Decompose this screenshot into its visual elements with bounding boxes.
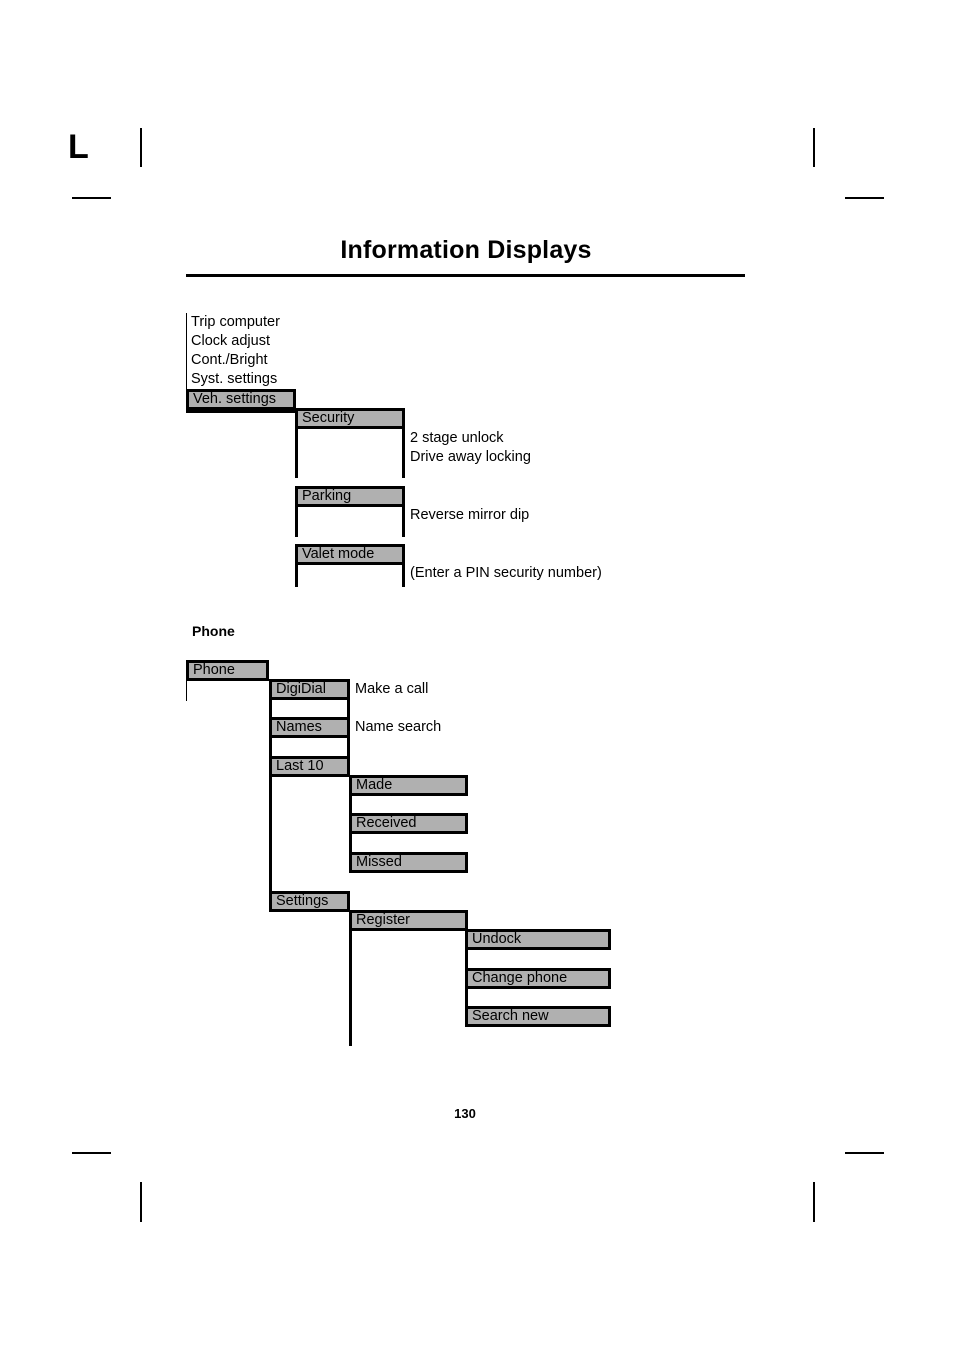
manual-page: L Information Displays Trip computer Clo… (0, 0, 954, 1351)
register-child-change-phone-label: Change phone (472, 969, 568, 986)
phone-child-digidial-label: DigiDial (276, 680, 326, 697)
crop-mark-top-right-horizontal (845, 197, 884, 199)
register-child-undock: Undock (465, 929, 611, 950)
register-child-search-new: Search new (465, 1006, 611, 1027)
veh-settings-child-security: Security (295, 408, 405, 429)
valet-mode-stem (295, 565, 405, 587)
page-number: 130 (454, 1106, 476, 1121)
veh-settings-child-valet-mode-label: Valet mode (302, 545, 375, 562)
last-10-child-received: Received (349, 813, 468, 834)
register-child-change-phone: Change phone (465, 968, 611, 989)
phone-child-last-10-label: Last 10 (276, 757, 324, 774)
top-menu-item-syst-settings: Syst. settings (191, 371, 278, 387)
last-10-stem (269, 777, 350, 892)
veh-settings-child-valet-mode: Valet mode (295, 544, 405, 565)
phone-child-settings: Settings (269, 891, 350, 912)
digidial-stem (269, 700, 350, 718)
top-menu-item-cont-bright: Cont./Bright (191, 352, 268, 368)
crop-mark-bottom-left-horizontal (72, 1152, 111, 1154)
parking-note-reverse-mirror-dip: Reverse mirror dip (410, 507, 530, 523)
last-10-child-missed: Missed (349, 852, 468, 873)
phone-root-box: Phone (186, 660, 269, 681)
fold-mark-letter: L (68, 128, 89, 166)
crop-mark-top-left-horizontal (72, 197, 111, 199)
register-child-undock-label: Undock (472, 930, 522, 947)
phone-root-stem (186, 681, 269, 701)
title-underline (186, 274, 745, 277)
last-10-children-rail (349, 796, 468, 813)
top-menu-item-veh-settings-label: Veh. settings (193, 390, 277, 407)
last-10-child-made: Made (349, 775, 468, 796)
phone-child-names: Names (269, 717, 350, 738)
veh-settings-child-parking-label: Parking (302, 487, 352, 504)
phone-child-last-10: Last 10 (269, 756, 350, 777)
register-children-rail (465, 950, 611, 968)
names-note-name-search: Name search (355, 719, 442, 735)
phone-child-digidial: DigiDial (269, 679, 350, 700)
top-menu-rule (186, 313, 187, 391)
last-10-child-made-label: Made (356, 776, 393, 793)
last-10-child-received-label: Received (356, 814, 417, 831)
phone-child-settings-label: Settings (276, 892, 329, 909)
digidial-note-make-a-call: Make a call (355, 681, 429, 697)
parking-stem (295, 507, 405, 537)
page-title: Information Displays (340, 236, 592, 264)
crop-mark-bottom-right-horizontal (845, 1152, 884, 1154)
security-note-drive-away-locking: Drive away locking (410, 449, 531, 465)
valet-mode-note-pin: (Enter a PIN security number) (410, 565, 602, 581)
last-10-children-rail-2 (349, 834, 468, 852)
phone-root-label: Phone (193, 661, 235, 678)
register-child-search-new-label: Search new (472, 1007, 549, 1024)
crop-mark-top-right-vertical (813, 128, 815, 167)
security-stem (295, 429, 405, 478)
names-stem (269, 738, 350, 756)
veh-settings-child-security-label: Security (302, 409, 355, 426)
top-menu-item-clock-adjust: Clock adjust (191, 333, 270, 349)
register-children-rail-2 (465, 989, 611, 1006)
settings-child-register-label: Register (356, 911, 410, 928)
top-menu-item-veh-settings: Veh. settings (186, 389, 296, 410)
register-stem (349, 931, 468, 1046)
veh-settings-stem (186, 410, 296, 413)
section-heading-phone: Phone (192, 623, 235, 639)
settings-child-register: Register (349, 910, 468, 931)
crop-mark-bottom-left-vertical (140, 1182, 142, 1222)
last-10-child-missed-label: Missed (356, 853, 402, 870)
crop-mark-bottom-right-vertical (813, 1182, 815, 1222)
phone-child-names-label: Names (276, 718, 322, 735)
crop-mark-top-left-vertical (140, 128, 142, 167)
veh-settings-child-parking: Parking (295, 486, 405, 507)
top-menu-item-trip-computer: Trip computer (191, 314, 280, 330)
security-note-2-stage-unlock: 2 stage unlock (410, 430, 504, 446)
